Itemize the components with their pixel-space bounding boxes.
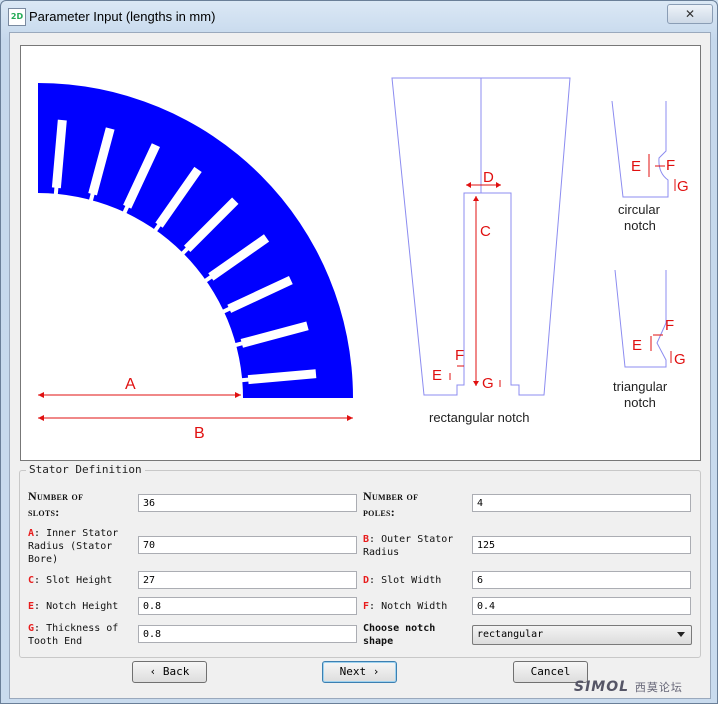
outer-radius-label-line2: Radius bbox=[363, 547, 400, 558]
app-icon: 2D bbox=[8, 8, 26, 26]
window-title: Parameter Input (lengths in mm) bbox=[29, 9, 216, 24]
rect-caption: rectangular notch bbox=[429, 410, 529, 425]
stator-diagram-svg: A B D C F E G rectangular notch E F G ci… bbox=[38, 77, 689, 442]
notch-shape-select[interactable]: rectangular bbox=[472, 625, 692, 645]
rect-label-e: E bbox=[432, 367, 442, 384]
notch-shape-label-line1: Choose notch bbox=[363, 623, 436, 634]
num-poles-label-line2: poles: bbox=[363, 505, 396, 519]
num-slots-input[interactable]: 36 bbox=[138, 494, 357, 512]
slot-width-label: D: Slot Width bbox=[363, 574, 441, 587]
chevron-down-icon[interactable] bbox=[677, 632, 685, 637]
notch-shape-selected-value: rectangular bbox=[477, 629, 544, 640]
rect-label-f: F bbox=[455, 347, 464, 364]
notch-width-label-text: : Notch Width bbox=[369, 601, 448, 612]
circular-notch-diagram bbox=[611, 100, 669, 198]
inner-radius-label: A: Inner Stator Radius (Stator Bore) bbox=[28, 527, 118, 566]
parameter-input-window: 2D Parameter Input (lengths in mm) ✕ A B… bbox=[0, 0, 718, 704]
tooth-end-label: G: Thickness of Tooth End bbox=[28, 622, 118, 648]
notch-width-label: F: Notch Width bbox=[363, 600, 447, 613]
tri-label-e: E bbox=[632, 337, 642, 354]
watermark-logo: SIMOL 西莫论坛 bbox=[574, 679, 683, 695]
notch-shape-label: Choose notch shape bbox=[363, 622, 435, 648]
notch-shape-label-line2: shape bbox=[363, 636, 394, 647]
close-button[interactable]: ✕ bbox=[667, 4, 713, 24]
num-slots-label-line2: slots: bbox=[28, 505, 60, 519]
notch-height-input[interactable]: 0.8 bbox=[138, 597, 357, 615]
circ-label-g: G bbox=[677, 178, 689, 195]
slot-height-label: C: Slot Height bbox=[28, 574, 112, 587]
outer-radius-input[interactable]: 125 bbox=[472, 536, 691, 554]
watermark-cn: 西莫论坛 bbox=[634, 681, 683, 694]
num-poles-input[interactable]: 4 bbox=[472, 494, 691, 512]
outer-radius-label-line1: : Outer Stator bbox=[369, 534, 454, 545]
circ-label-e: E bbox=[631, 158, 641, 175]
inner-radius-label-line2: Radius (Stator bbox=[28, 541, 113, 552]
tri-label-f: F bbox=[665, 317, 674, 334]
circ-label-f: F bbox=[666, 157, 675, 174]
slot-width-label-text: : Slot Width bbox=[369, 575, 442, 586]
inner-radius-input[interactable]: 70 bbox=[138, 536, 357, 554]
dimension-a bbox=[38, 392, 241, 398]
tooth-end-label-line2: Tooth End bbox=[28, 636, 83, 647]
circ-caption-1: circular bbox=[618, 202, 661, 217]
back-button[interactable]: ‹ Back bbox=[132, 661, 207, 683]
num-slots-label-line1: Number of bbox=[28, 489, 84, 503]
label-b: B bbox=[194, 425, 205, 442]
outer-radius-label: B: Outer Stator Radius bbox=[363, 533, 453, 559]
stator-definition-legend: Stator Definition bbox=[26, 463, 145, 476]
num-slots-label: Number of slots: bbox=[28, 488, 83, 520]
notch-height-label-text: : Notch Height bbox=[34, 601, 119, 612]
rect-label-d: D bbox=[483, 169, 494, 186]
label-a: A bbox=[125, 376, 136, 393]
tri-caption-2: notch bbox=[624, 395, 656, 410]
watermark-brand: SIMOL bbox=[574, 679, 630, 695]
title-bar[interactable]: 2D Parameter Input (lengths in mm) ✕ bbox=[1, 1, 717, 31]
rect-label-g: G bbox=[482, 375, 494, 392]
tri-caption-1: triangular bbox=[613, 379, 668, 394]
notch-width-input[interactable]: 0.4 bbox=[472, 597, 691, 615]
slot-opening bbox=[241, 377, 251, 383]
tooth-end-label-line1: : Thickness of bbox=[34, 623, 119, 634]
slot-height-input[interactable]: 27 bbox=[138, 571, 357, 589]
next-button[interactable]: Next › bbox=[322, 661, 397, 683]
stator-quarter bbox=[38, 83, 353, 398]
slot-height-label-text: : Slot Height bbox=[34, 575, 113, 586]
notch-height-label: E: Notch Height bbox=[28, 600, 118, 613]
dialog-client-area: A B D C F E G rectangular notch E F G ci… bbox=[9, 32, 711, 699]
tri-label-g: G bbox=[674, 351, 686, 368]
inner-radius-label-line1: : Inner Stator bbox=[34, 528, 119, 539]
tooth-end-input[interactable]: 0.8 bbox=[138, 625, 357, 643]
num-poles-label: Number of poles: bbox=[363, 488, 418, 520]
slot-opening bbox=[53, 185, 59, 195]
num-poles-label-line1: Number of bbox=[363, 489, 419, 503]
inner-radius-label-line3: Bore) bbox=[28, 554, 59, 565]
circ-caption-2: notch bbox=[624, 218, 656, 233]
stator-diagram: A B D C F E G rectangular notch E F G ci… bbox=[20, 45, 701, 461]
dimension-b bbox=[38, 415, 353, 421]
rect-label-c: C bbox=[480, 223, 491, 240]
slot-width-input[interactable]: 6 bbox=[472, 571, 691, 589]
